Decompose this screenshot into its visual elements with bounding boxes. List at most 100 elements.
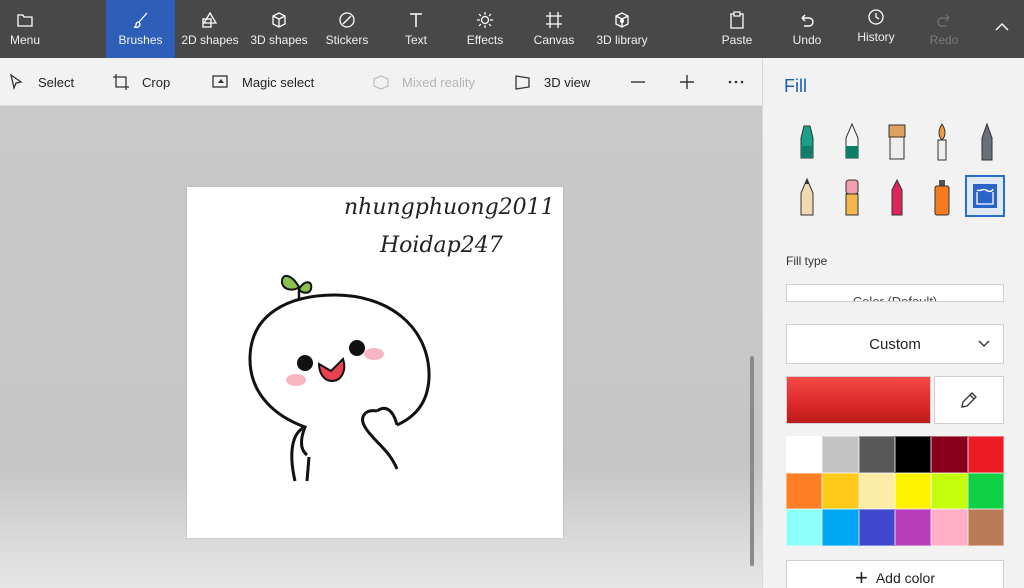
library-3d-icon [615,12,629,28]
palette-swatch[interactable] [858,436,895,473]
palette-swatch[interactable] [822,436,859,473]
palette-swatch[interactable] [786,436,823,473]
undo-button[interactable]: Undo [789,0,825,58]
view-3d-label: 3D view [544,74,591,90]
current-color-swatch[interactable] [786,376,931,424]
view-3d-icon [515,75,530,90]
cube-icon [272,12,286,28]
eraser-brush[interactable] [835,175,869,219]
clipboard-icon [730,11,744,29]
library-3d-tab[interactable]: 3D library [594,0,650,58]
vertical-scrollbar[interactable] [750,356,754,566]
palette-swatch[interactable] [894,509,932,546]
magic-select-label: Magic select [242,74,315,90]
palette-swatch[interactable] [858,509,895,546]
crayon-brush[interactable] [880,175,914,219]
magic-select-tool[interactable]: Magic select [212,58,314,106]
effects-tab[interactable]: Effects [464,0,506,58]
calligraphy-pen-brush[interactable] [835,120,869,164]
shapes-3d-label: 3D shapes [250,33,308,47]
palette-swatch[interactable] [786,472,823,509]
spray-can-brush[interactable] [925,175,959,219]
drawing-canvas[interactable]: nhungphuong2011 Hoidap247 [187,187,563,538]
view-3d-tool[interactable]: 3D view [514,58,590,106]
palette-swatch[interactable] [967,472,1004,509]
mixed-reality-icon [373,75,389,90]
add-color-label: Add color [875,570,935,586]
more-options-button[interactable] [727,58,757,106]
crop-tool[interactable]: Crop [112,58,170,106]
mixed-reality-label: Mixed reality [402,74,475,90]
spray-can-icon [934,180,950,216]
zoom-out-button[interactable] [629,58,659,106]
plus-icon: + [854,565,868,588]
select-label: Select [38,74,75,90]
redo-label: Redo [929,33,959,47]
redo-icon [937,14,950,27]
pixel-pen-brush[interactable] [970,120,1004,164]
palette-swatch[interactable] [822,509,859,546]
shapes-3d-tab[interactable]: 3D shapes [249,0,309,58]
zoom-in-button[interactable] [678,58,708,106]
fill-panel: Fill Fill type Color (Default) Custom + … [762,58,1024,588]
pixel-pen-icon [981,122,993,161]
crop-label: Crop [142,74,171,90]
stickers-label: Stickers [325,33,369,47]
palette-swatch[interactable] [858,472,895,509]
minus-icon [631,81,645,83]
fill-bucket-brush[interactable] [965,175,1005,217]
pencil-brush[interactable] [790,175,824,219]
mixed-reality-tool[interactable]: Mixed reality [372,58,475,106]
paste-label: Paste [721,33,753,47]
palette-swatch[interactable] [786,509,823,546]
menu-button[interactable]: Menu [8,0,42,58]
eyedropper-button[interactable] [934,376,1004,424]
cursor-icon [9,73,23,91]
plus-icon [680,75,694,89]
marker-brush[interactable] [790,120,824,164]
stickers-tab[interactable]: Stickers [324,0,370,58]
watercolor-icon [937,123,947,161]
palette-swatch[interactable] [822,472,859,509]
library-3d-label: 3D library [596,33,648,47]
palette-swatch[interactable] [967,436,1004,473]
palette-swatch[interactable] [931,509,968,546]
oil-brush[interactable] [880,120,914,164]
palette-swatch[interactable] [894,436,932,473]
history-icon [868,9,884,25]
calligraphy-pen-icon [845,122,859,159]
palette-swatch[interactable] [967,509,1004,546]
select-tool[interactable]: Select [8,58,74,106]
collapse-ribbon-button[interactable] [990,0,1014,58]
ellipsis-icon [728,80,744,84]
color-mode-value: Custom [869,335,921,353]
paste-button[interactable]: Paste [719,0,755,58]
shapes-2d-label: 2D shapes [181,33,239,47]
redo-button[interactable]: Redo [926,0,962,58]
fill-type-label: Fill type [786,254,828,268]
palette-swatch[interactable] [894,472,932,509]
history-button[interactable]: History [854,0,898,55]
text-tab[interactable]: Text [398,0,434,58]
palette-swatch[interactable] [931,472,968,509]
add-color-button[interactable]: + Add color [786,560,1004,588]
panel-title: Fill [784,76,807,96]
effects-label: Effects [466,33,504,47]
canvas-tab[interactable]: Canvas [532,0,576,58]
color-mode-dropdown[interactable]: Custom [786,324,1004,364]
secondary-toolbar: Select Crop Magic select Mixed reality 3… [0,58,762,106]
shapes-2d-tab[interactable]: 2D shapes [180,0,240,58]
palette-swatch[interactable] [931,436,968,473]
text-label: Text [404,33,427,47]
brushes-label: Brushes [118,33,163,47]
brushes-tab[interactable]: Brushes [106,0,175,58]
canvas-icon [546,12,562,28]
watercolor-brush[interactable] [925,120,959,164]
history-label: History [857,30,895,44]
canvas-label: Canvas [533,33,575,47]
fill-type-value: Color (Default) [852,294,938,302]
shapes-2d-icon [202,11,218,28]
crayon-icon [891,178,903,216]
sun-icon [477,12,493,28]
fill-type-select[interactable]: Color (Default) [786,284,1004,302]
